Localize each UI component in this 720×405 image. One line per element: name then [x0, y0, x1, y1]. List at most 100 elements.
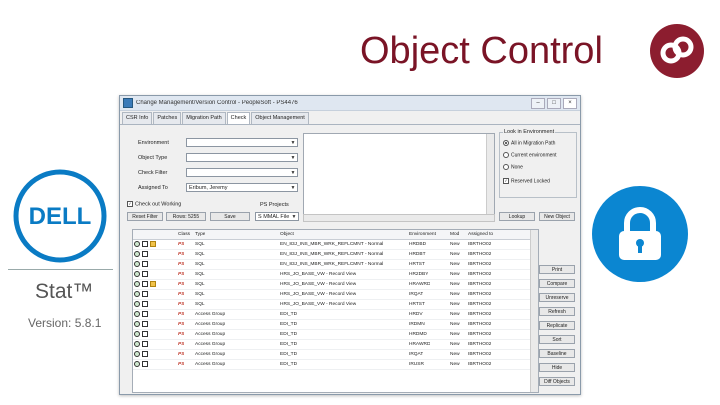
- cell-mod: New: [450, 352, 460, 357]
- cell-mod: New: [450, 362, 460, 367]
- table-row[interactable]: PS Access Group EDI_TD HRDV New IBRTHO02: [133, 310, 538, 320]
- objects-grid: Class Type Object Environment Mod Assign…: [132, 229, 539, 393]
- chevron-down-icon: ▼: [290, 155, 296, 161]
- table-row[interactable]: PS SQL HRS_JO_BASE_VW - Record View IRQAT Ne…: [133, 290, 538, 300]
- maximize-button[interactable]: □: [547, 97, 561, 109]
- table-row[interactable]: PS SQL EN_83J_INS_MBR_WRK_REFLCMNT - Norma…: [133, 260, 538, 270]
- object-type-combo[interactable]: ▼: [186, 153, 298, 162]
- cell-type: SQL: [195, 252, 205, 257]
- check-filter-combo[interactable]: ▼: [186, 168, 298, 177]
- unreserve-button[interactable]: Unreserve: [539, 293, 575, 302]
- lookup-button[interactable]: Lookup: [499, 212, 535, 221]
- column-header-assigned-to[interactable]: Assigned to: [468, 230, 493, 239]
- column-header-object[interactable]: Object: [280, 230, 294, 239]
- cell-object: EDI_TD: [280, 322, 298, 327]
- grid-scrollbar[interactable]: [530, 230, 538, 392]
- cell-environment: HRDV: [409, 312, 423, 317]
- cell-assigned-to: IBRTHO02: [468, 252, 492, 257]
- cell-object: EDI_TD: [280, 312, 298, 317]
- column-header-environment[interactable]: Environment: [409, 230, 436, 239]
- baseline-button[interactable]: Baseline: [539, 349, 575, 358]
- tab-object-management[interactable]: Object Management: [251, 112, 309, 124]
- reset-filter-button[interactable]: Reset Filter: [127, 212, 163, 221]
- cell-class: PS: [178, 362, 185, 367]
- cell-object: HRS_JO_BASE_VW - Record View: [280, 272, 357, 277]
- tab-csr-info[interactable]: CSR Info: [122, 112, 153, 124]
- look-in-environment-group: Look in Environment All in Migration Pat…: [499, 129, 577, 198]
- cell-environment: IRDMN: [409, 322, 425, 327]
- tab-migration-path[interactable]: Migration Path: [182, 112, 226, 124]
- table-row[interactable]: PS SQL HRS_JO_BASE_VW - Record View HR2DBY N…: [133, 270, 538, 280]
- minimize-button[interactable]: –: [531, 97, 545, 109]
- radio-all-in-migration-path[interactable]: All in Migration Path: [503, 140, 555, 146]
- compare-button[interactable]: Compare: [539, 279, 575, 288]
- hide-button[interactable]: Hide: [539, 363, 575, 372]
- document-icon: [142, 271, 148, 277]
- cell-object: EN_83J_INS_MBR_WRK_REFLCMNT - Normal: [280, 242, 384, 247]
- chevron-down-icon: ▼: [290, 170, 296, 176]
- chevron-down-icon: ▼: [291, 214, 297, 220]
- status-icon: [134, 341, 140, 347]
- column-header-class[interactable]: Class: [178, 230, 190, 239]
- status-icon: [134, 291, 140, 297]
- document-icon: [142, 301, 148, 307]
- rows-sum-button[interactable]: Rows: 5255: [166, 212, 206, 221]
- document-icon: [142, 311, 148, 317]
- cell-type: Access Group: [195, 322, 226, 327]
- status-icon: [134, 301, 140, 307]
- status-icon: [134, 331, 140, 337]
- diff-objects-button[interactable]: Diff Objects: [539, 377, 575, 386]
- chevron-down-icon: ▼: [290, 185, 296, 191]
- table-row[interactable]: PS SQL HRS_JO_BASE_VW - Record View HRTST Ne…: [133, 300, 538, 310]
- table-row[interactable]: PS SQL HRS_JO_BASE_VW - Record View HRAWRD N…: [133, 280, 538, 290]
- cell-assigned-to: IBRTHO02: [468, 262, 492, 267]
- cell-object: EDI_TD: [280, 342, 298, 347]
- cell-type: SQL: [195, 282, 205, 287]
- print-button[interactable]: Print: [539, 265, 575, 274]
- table-row[interactable]: PS SQL EN_83J_INS_MBR_WRK_REFLCMNT - Norma…: [133, 240, 538, 250]
- cell-type: SQL: [195, 302, 205, 307]
- sort-button[interactable]: Sort: [539, 335, 575, 344]
- checkout-working-checkbox[interactable]: ✓ Check out Working: [127, 201, 181, 207]
- ps-project-combo[interactable]: S MMAL File ▼: [255, 212, 299, 221]
- table-row[interactable]: PS SQL EN_83J_INS_MBR_WRK_REFLCMNT - Norma…: [133, 250, 538, 260]
- tab-patches[interactable]: Patches: [153, 112, 182, 124]
- refresh-button[interactable]: Refresh: [539, 307, 575, 316]
- replicate-button[interactable]: Replicate: [539, 321, 575, 330]
- cell-assigned-to: IBRTHO02: [468, 242, 492, 247]
- column-header-type[interactable]: Type: [195, 230, 205, 239]
- notes-scrollbar[interactable]: [486, 134, 494, 214]
- table-row[interactable]: PS Access Group EDI_TD IRUSR New IBRTHO02: [133, 360, 538, 370]
- cell-assigned-to: IBRTHO02: [468, 282, 492, 287]
- cell-mod: New: [450, 272, 460, 277]
- environment-label: Environment: [138, 140, 169, 146]
- cell-environment: HRAWRD: [409, 282, 431, 287]
- horizontal-scrollbar[interactable]: [303, 214, 495, 222]
- cell-assigned-to: IBRTHO02: [468, 272, 492, 277]
- status-icon: [134, 281, 140, 287]
- table-row[interactable]: PS Access Group EDI_TD HRDMD New IBRTHO02: [133, 330, 538, 340]
- close-button[interactable]: ×: [563, 97, 577, 109]
- radio-none[interactable]: None: [503, 164, 523, 170]
- cell-assigned-to: IBRTHO02: [468, 342, 492, 347]
- cell-assigned-to: IBRTHO02: [468, 322, 492, 327]
- table-row[interactable]: PS Access Group EDI_TD IRDMN New IBRTHO02: [133, 320, 538, 330]
- environment-combo[interactable]: ▼: [186, 138, 298, 147]
- folder-icon: [150, 241, 156, 247]
- cell-type: SQL: [195, 272, 205, 277]
- new-object-button[interactable]: New Object: [539, 212, 575, 221]
- cell-mod: New: [450, 242, 460, 247]
- status-icon: [134, 251, 140, 257]
- reserved-locked-checkbox[interactable]: ✓ Reserved Locked: [503, 178, 550, 184]
- product-version: Version: 5.8.1: [28, 316, 102, 330]
- column-header-mod[interactable]: Mod: [450, 230, 459, 239]
- table-row[interactable]: PS Access Group EDI_TD HRAWRD New IBRTHO02: [133, 340, 538, 350]
- notes-textarea[interactable]: [303, 133, 495, 215]
- tab-check[interactable]: Check: [226, 112, 251, 124]
- radio-current-environment[interactable]: Current environment: [503, 152, 557, 158]
- table-row[interactable]: PS Access Group EDI_TD IRQAT New IBRTHO02: [133, 350, 538, 360]
- document-icon: [142, 281, 148, 287]
- assigned-to-combo[interactable]: Eribum, Jeremy ▼: [186, 183, 298, 192]
- dell-logo: DELL: [13, 169, 107, 263]
- save-button[interactable]: Save: [210, 212, 250, 221]
